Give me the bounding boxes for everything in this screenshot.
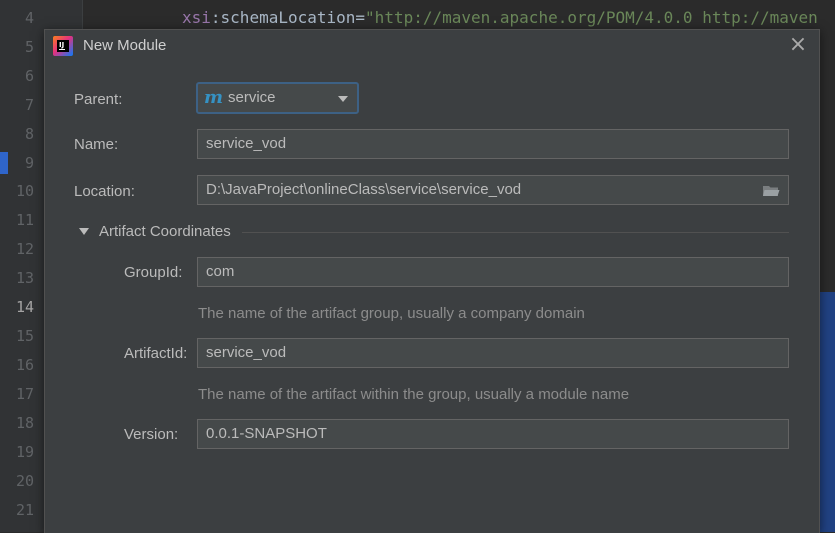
artifactid-field[interactable]: service_vod [197,338,789,368]
line-number: 8 [24,125,34,143]
line-number: 11 [15,211,34,229]
editor-selection-highlight [818,292,835,532]
parent-value: service [228,89,276,106]
intellij-idea-icon: IJ [53,36,73,56]
close-button[interactable]: × [787,34,809,56]
browse-folder-icon[interactable] [762,184,780,197]
line-number: 9 [24,154,34,172]
name-field[interactable]: service_vod [197,129,789,159]
line-number: 13 [15,269,34,287]
artifactid-label: ArtifactId: [124,345,188,362]
code-line[interactable]: xsi:schemaLocation="http://maven.apache.… [182,8,818,28]
line-number: 10 [15,182,34,200]
line-number: 6 [24,67,34,85]
location-field[interactable]: D:\JavaProject\onlineClass\service\servi… [197,175,789,205]
line-number: 21 [15,501,34,519]
section-divider [242,232,789,233]
line-number: 15 [15,327,34,345]
line-number: 12 [15,240,34,258]
line-number: 5 [24,38,34,56]
new-module-dialog: IJ New Module × Parent: m service Name: … [44,29,820,533]
location-value: D:\JavaProject\onlineClass\service\servi… [206,181,522,198]
maven-module-icon: m [204,87,224,108]
code-attr-name: :schemaLocation [210,8,356,27]
line-number: 4 [24,9,34,27]
line-number: 16 [15,356,34,374]
parent-label: Parent: [74,91,123,108]
version-field[interactable]: 0.0.1-SNAPSHOT [197,419,789,449]
dialog-title-bar[interactable]: IJ New Module × [45,30,819,62]
line-number: 7 [24,96,34,114]
line-number: 14 [15,298,34,316]
chevron-down-icon [338,96,348,102]
artifactid-hint: The name of the artifact within the grou… [198,386,630,403]
groupid-label: GroupId: [124,264,183,281]
triangle-down-icon [79,228,89,235]
parent-dropdown[interactable]: m service [196,82,359,114]
line-number: 17 [15,385,34,403]
line-number: 20 [15,472,34,490]
line-number: 19 [15,443,34,461]
name-label: Name: [74,136,119,153]
code-attr-prefix: xsi [182,8,211,27]
version-label: Version: [124,426,179,443]
artifact-coordinates-title: Artifact Coordinates [99,223,231,240]
dialog-title: New Module [83,37,167,54]
code-string-value: "http://maven.apache.org/POM/4.0.0 http:… [365,8,818,27]
artifact-coordinates-toggle[interactable]: Artifact Coordinates [77,222,789,242]
groupid-field[interactable]: com [197,257,789,287]
line-number: 18 [15,414,34,432]
code-equals: = [355,8,366,27]
groupid-hint: The name of the artifact group, usually … [198,305,585,322]
location-label: Location: [74,183,135,200]
